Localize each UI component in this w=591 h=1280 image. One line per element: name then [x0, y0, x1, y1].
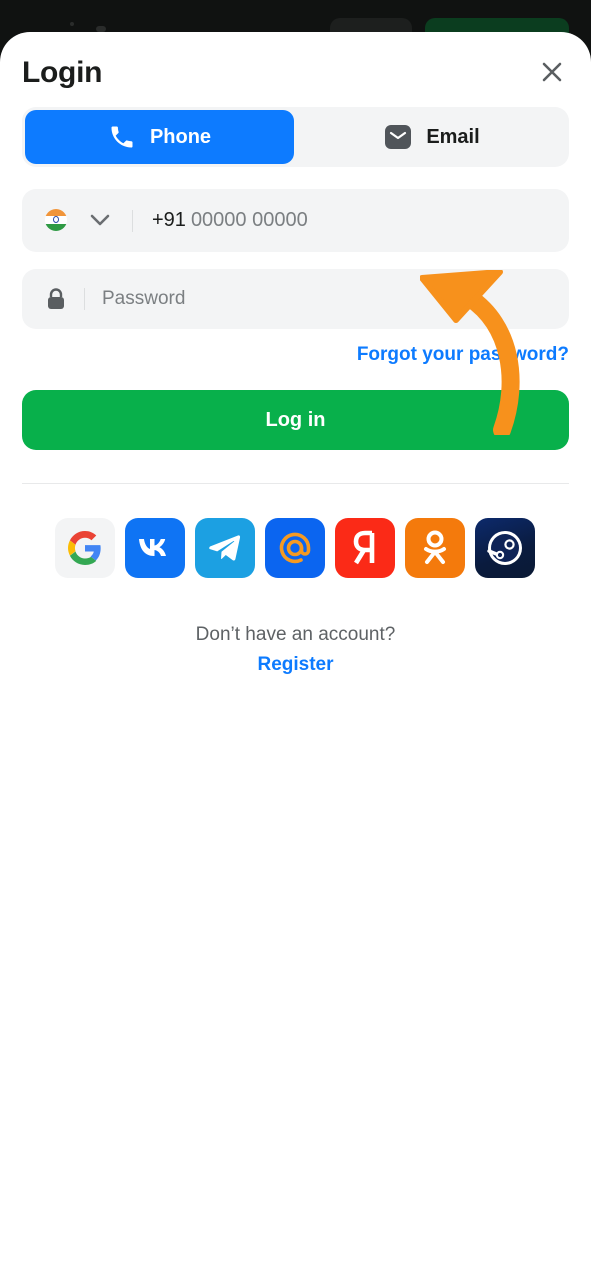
chevron-down-icon[interactable] [89, 209, 111, 231]
no-account-prompt: Don’t have an account? [195, 624, 396, 645]
close-icon [542, 62, 562, 82]
vk-icon [139, 539, 166, 556]
register-link[interactable]: Register [0, 654, 591, 676]
odnoklassniki-icon [424, 530, 446, 564]
steam-login-button[interactable] [475, 518, 535, 578]
telegram-icon [209, 535, 241, 561]
phone-input[interactable]: +91 00000 00000 [152, 189, 308, 252]
lock-icon [48, 288, 64, 309]
social-login-row [55, 518, 535, 578]
tab-email[interactable]: Email [298, 110, 566, 164]
mail-ru-icon [279, 532, 311, 564]
envelope-icon [385, 125, 412, 149]
india-flag-icon[interactable] [45, 209, 67, 231]
steam-icon [487, 531, 522, 565]
divider [22, 483, 569, 484]
tab-email-label: Email [426, 125, 480, 148]
telegram-login-button[interactable] [195, 518, 255, 578]
phone-icon [111, 126, 133, 148]
mail-ru-login-button[interactable] [265, 518, 325, 578]
google-login-button[interactable] [55, 518, 115, 578]
yandex-login-button[interactable] [335, 518, 395, 578]
field-separator [84, 288, 85, 310]
tab-phone-label: Phone [149, 125, 212, 148]
login-method-tabs: Phone Email [22, 107, 569, 167]
vk-login-button[interactable] [125, 518, 185, 578]
phone-placeholder: 00000 00000 [190, 209, 308, 231]
orange-arrow-annotation [420, 270, 520, 435]
close-button[interactable] [534, 54, 570, 90]
field-separator [132, 210, 133, 232]
yandex-icon [353, 530, 375, 565]
tab-phone[interactable]: Phone [25, 110, 294, 164]
dialog-title: Login [22, 56, 103, 89]
login-sheet: Login Phone Email +91 00000 00000 Forgot… [0, 32, 591, 1280]
google-icon [68, 531, 101, 565]
phone-field[interactable]: +91 00000 00000 [22, 189, 569, 252]
odnoklassniki-login-button[interactable] [405, 518, 465, 578]
phone-prefix: +91 [152, 209, 186, 231]
